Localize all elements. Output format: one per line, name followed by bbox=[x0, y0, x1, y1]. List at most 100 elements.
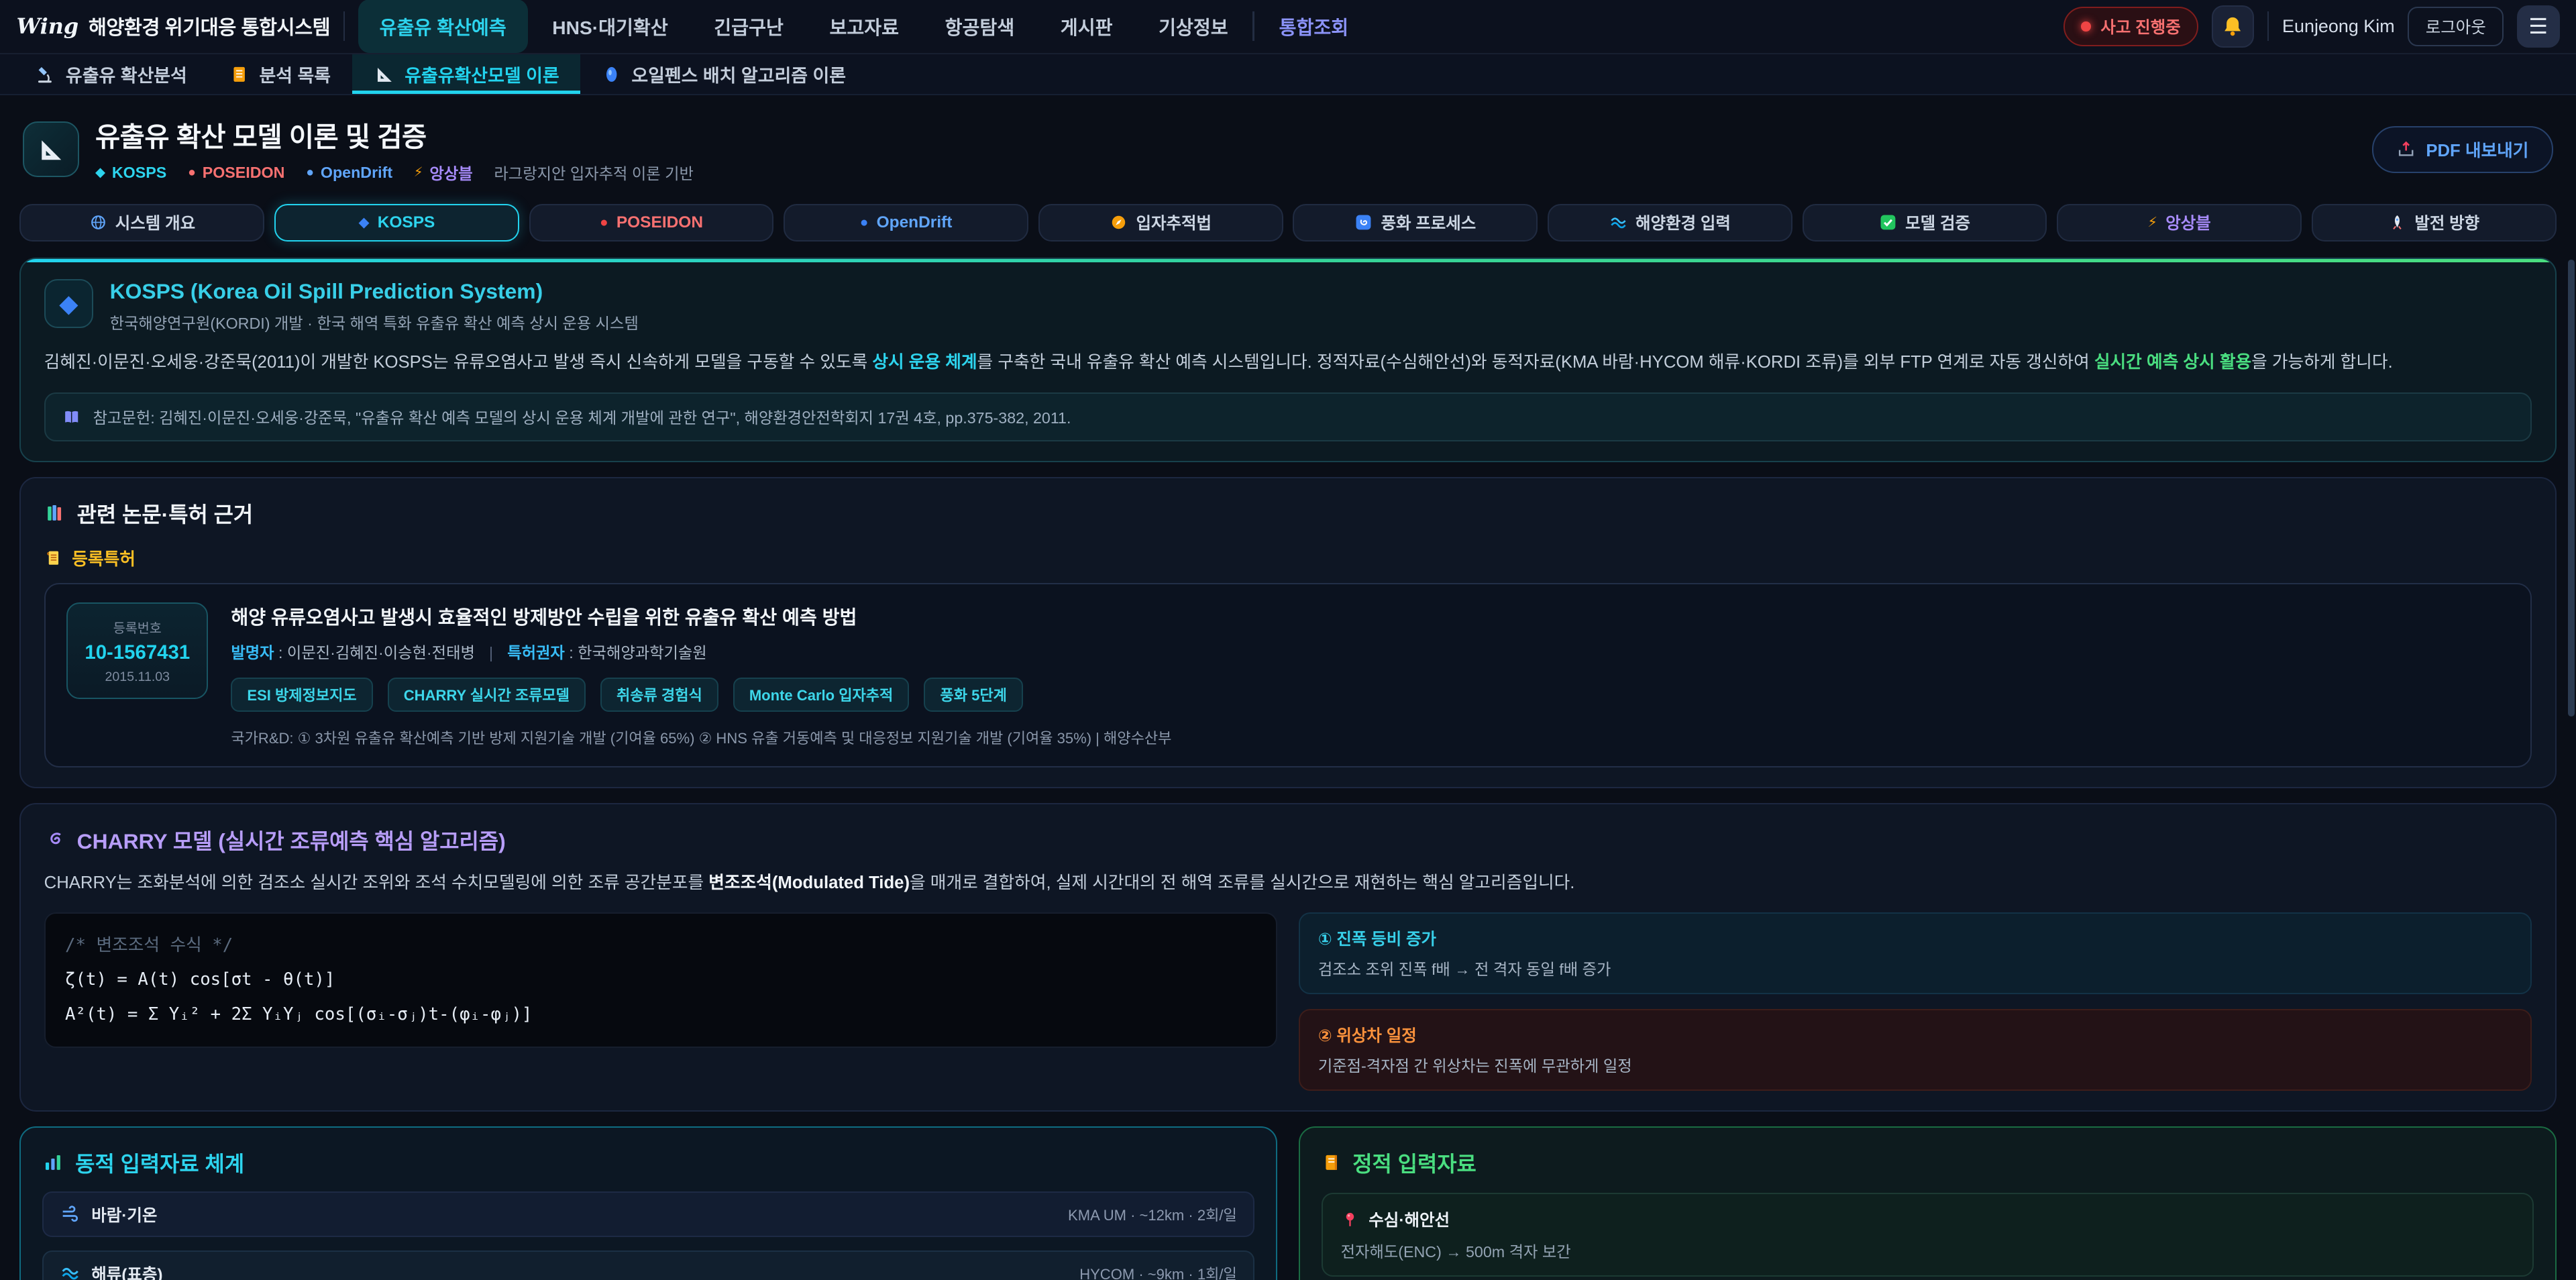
section-tab-future-direction[interactable]: 발전 방향 bbox=[2312, 204, 2557, 242]
tab-spill-model-theory[interactable]: 유출유확산모델 이론 bbox=[352, 54, 581, 94]
formula-amplitude: A²(t) = Σ Yᵢ² + 2Σ YᵢYⱼ cos[(σᵢ-σⱼ)t-(φᵢ… bbox=[65, 998, 1256, 1032]
section-tab-system-overview[interactable]: 시스템 개요 bbox=[19, 204, 264, 242]
page-content: 유출유 확산 모델 이론 및 검증 ◆KOSPS ●POSEIDON ●Open… bbox=[0, 95, 2576, 1280]
input-data-columns: 동적 입력자료 체계 바람·기온 KMA UM · ~12km · 2회/일 해… bbox=[19, 1126, 2556, 1280]
inventors-label: 발명자 bbox=[231, 644, 274, 661]
assignee: : 한국해양과학기술원 bbox=[569, 644, 706, 661]
patent-tag[interactable]: 취송류 경험식 bbox=[600, 678, 718, 712]
notifications-button[interactable] bbox=[2212, 5, 2255, 48]
note-phase-constant: ② 위상차 일정 기준점-격자점 간 위상차는 진폭에 무관하게 일정 bbox=[1299, 1009, 2532, 1091]
badge-kosps: ◆KOSPS bbox=[95, 164, 166, 182]
dot-icon: ● bbox=[860, 215, 869, 231]
vertical-scrollbar[interactable] bbox=[2568, 260, 2575, 716]
kosps-title: KOSPS (Korea Oil Spill Prediction System… bbox=[110, 279, 639, 304]
notebook-icon bbox=[229, 64, 249, 85]
app-title: 해양환경 위기대응 통합시스템 bbox=[89, 12, 330, 40]
page-header: 유출유 확산 모델 이론 및 검증 ◆KOSPS ●POSEIDON ●Open… bbox=[19, 109, 2556, 201]
patent-tag[interactable]: ESI 방제정보지도 bbox=[231, 678, 372, 712]
section-tab-ensemble[interactable]: ⚡ 앙상블 bbox=[2057, 204, 2302, 242]
kosps-subtitle: 한국해양연구원(KORDI) 개발 · 한국 해역 특화 유출유 확산 예측 상… bbox=[110, 311, 639, 333]
section-tab-poseidon[interactable]: ● POSEIDON bbox=[529, 204, 774, 242]
nav-item-board[interactable]: 게시판 bbox=[1039, 0, 1134, 53]
user-name: Eunjeong Kim bbox=[2282, 16, 2395, 37]
nav-item-emergency-rescue[interactable]: 긴급구난 bbox=[692, 0, 804, 53]
kosps-header: ◆ KOSPS (Korea Oil Spill Prediction Syst… bbox=[44, 279, 2532, 333]
patent-meta: 발명자 : 이문진·김혜진·이승현·전태병 | 특허권자 : 한국해양과학기술원 bbox=[231, 640, 1171, 663]
tab-label: 분석 목록 bbox=[260, 61, 331, 87]
patent-details: 해양 유류오염사고 발생시 효율적인 방제방안 수립을 위한 유출유 확산 예측… bbox=[231, 602, 1171, 747]
charry-card: CHARRY 모델 (실시간 조류예측 핵심 알고리즘) CHARRY는 조화분… bbox=[19, 803, 2556, 1112]
topnav-right: 사고 진행중 Eunjeong Kim 로그아웃 ☰ bbox=[2063, 5, 2560, 48]
tab-label: 유출유확산모델 이론 bbox=[405, 61, 559, 87]
registration-number-label: 등록번호 bbox=[81, 617, 193, 637]
patent-title: 해양 유류오염사고 발생시 효율적인 방제방안 수립을 위한 유출유 확산 예측… bbox=[231, 602, 1171, 630]
swirl-icon bbox=[1354, 213, 1373, 231]
dot-icon: ● bbox=[600, 215, 608, 231]
nav-item-weather-info[interactable]: 기상정보 bbox=[1137, 0, 1249, 53]
lightning-icon: ⚡ bbox=[2147, 214, 2157, 231]
section-tab-particle-tracking[interactable]: 입자추적법 bbox=[1038, 204, 1283, 242]
microscope-icon bbox=[34, 64, 56, 85]
nav-divider bbox=[2267, 11, 2269, 41]
assignee-label: 특허권자 bbox=[507, 644, 565, 661]
subtitle-note: 라그랑지안 입자추적 이론 기반 bbox=[494, 161, 693, 184]
registration-number-box: 등록번호 10-1567431 2015.11.03 bbox=[66, 602, 208, 699]
wave-icon bbox=[60, 1263, 80, 1279]
patent-tag-row: ESI 방제정보지도 CHARRY 실시간 조류모델 취송류 경험식 Monte… bbox=[231, 678, 1171, 712]
nav-item-oil-spill-prediction[interactable]: 유출유 확산예측 bbox=[358, 0, 528, 53]
tab-label: 유출유 확산분석 bbox=[66, 61, 187, 87]
patent-section-title: 관련 논문·특허 근거 bbox=[44, 498, 2532, 529]
nav-item-hns-air-dispersion[interactable]: HNS·대기확산 bbox=[531, 0, 689, 53]
formula-zeta: ζ(t) = A(t) cos[σt - θ(t)] bbox=[65, 963, 1256, 997]
nav-item-reports[interactable]: 보고자료 bbox=[808, 0, 920, 53]
dynamic-row-value: KMA UM · ~12km · 2회/일 bbox=[1068, 1204, 1237, 1225]
app-viewport: Wing 해양환경 위기대응 통합시스템 유출유 확산예측 HNS·대기확산 긴… bbox=[0, 0, 2576, 1280]
dynamic-row-wind-temp: 바람·기온 KMA UM · ~12km · 2회/일 bbox=[42, 1191, 1254, 1237]
lightning-icon: ⚡ bbox=[414, 164, 423, 180]
charry-grid: /* 변조조석 수식 */ ζ(t) = A(t) cos[σt - θ(t)]… bbox=[44, 912, 2532, 1091]
nav-item-aerial-search[interactable]: 항공탐색 bbox=[924, 0, 1036, 53]
status-dot-icon bbox=[2081, 21, 2091, 32]
scroll-icon bbox=[44, 548, 62, 568]
section-tab-opendrift[interactable]: ● OpenDrift bbox=[784, 204, 1028, 242]
inventors: : 이문진·김혜진·이승현·전태병 bbox=[278, 644, 475, 661]
badge-poseidon: ●POSEIDON bbox=[188, 164, 284, 182]
tab-oil-fence-theory[interactable]: 오일펜스 배치 알고리즘 이론 bbox=[580, 54, 867, 94]
patent-tag[interactable]: 풍화 5단계 bbox=[924, 678, 1023, 712]
triangle-ruler-icon bbox=[36, 135, 66, 164]
notebook-icon bbox=[1322, 1152, 1341, 1173]
patent-card: 등록번호 10-1567431 2015.11.03 해양 유류오염사고 발생시… bbox=[44, 583, 2532, 767]
badge-opendrift: ●OpenDrift bbox=[306, 164, 392, 182]
triangle-ruler-icon bbox=[374, 64, 395, 85]
main-menu: 유출유 확산예측 HNS·대기확산 긴급구난 보고자료 항공탐색 게시판 기상정… bbox=[358, 0, 1370, 53]
diamond-icon: ◆ bbox=[59, 289, 78, 318]
export-icon bbox=[2396, 140, 2416, 159]
section-tab-model-validation[interactable]: 모델 검증 bbox=[1803, 204, 2047, 242]
nav-item-integrated-search[interactable]: 통합조회 bbox=[1258, 0, 1370, 53]
registration-number: 10-1567431 bbox=[81, 641, 193, 664]
pin-icon bbox=[1341, 1210, 1359, 1229]
book-icon bbox=[62, 407, 81, 427]
patent-tag[interactable]: Monte Carlo 입자추적 bbox=[733, 678, 910, 712]
charry-notes: ① 진폭 등비 증가 검조소 조위 진폭 f배 → 전 격자 동일 f배 증가 … bbox=[1299, 912, 2532, 1091]
globe-icon bbox=[89, 213, 107, 231]
check-icon bbox=[1879, 213, 1897, 231]
section-tab-kosps[interactable]: ◆ KOSPS bbox=[274, 204, 519, 242]
section-tab-ocean-env-input[interactable]: 해양환경 입력 bbox=[1548, 204, 1792, 242]
charry-title: CHARRY 모델 (실시간 조류예측 핵심 알고리즘) bbox=[44, 824, 2532, 855]
logout-button[interactable]: 로그아웃 bbox=[2408, 7, 2504, 46]
page-title: 유출유 확산 모델 이론 및 검증 bbox=[95, 115, 694, 154]
section-tab-bar: 시스템 개요 ◆ KOSPS ● POSEIDON ● OpenDrift 입자… bbox=[19, 204, 2556, 242]
rocket-icon bbox=[2388, 213, 2406, 231]
hamburger-menu-button[interactable]: ☰ bbox=[2517, 5, 2560, 48]
pdf-export-button[interactable]: PDF 내보내기 bbox=[2372, 126, 2553, 173]
reference-text: 참고문헌: 김혜진·이문진·오세웅·강준묵, "유출유 확산 예측 모델의 상시… bbox=[93, 405, 1071, 428]
section-tab-weathering-process[interactable]: 풍화 프로세스 bbox=[1293, 204, 1538, 242]
patent-tag[interactable]: CHARRY 실시간 조류모델 bbox=[388, 678, 586, 712]
registration-date: 2015.11.03 bbox=[81, 670, 193, 685]
charry-description: CHARRY는 조화분석에 의한 검조소 실시간 조위와 조석 수치모델링에 의… bbox=[44, 870, 2532, 896]
dot-icon: ● bbox=[306, 165, 314, 180]
tab-spill-analysis[interactable]: 유출유 확산분석 bbox=[13, 54, 209, 94]
tab-analysis-list[interactable]: 분석 목록 bbox=[209, 54, 352, 94]
brand-logo[interactable]: Wing 해양환경 위기대응 통합시스템 bbox=[16, 12, 330, 40]
